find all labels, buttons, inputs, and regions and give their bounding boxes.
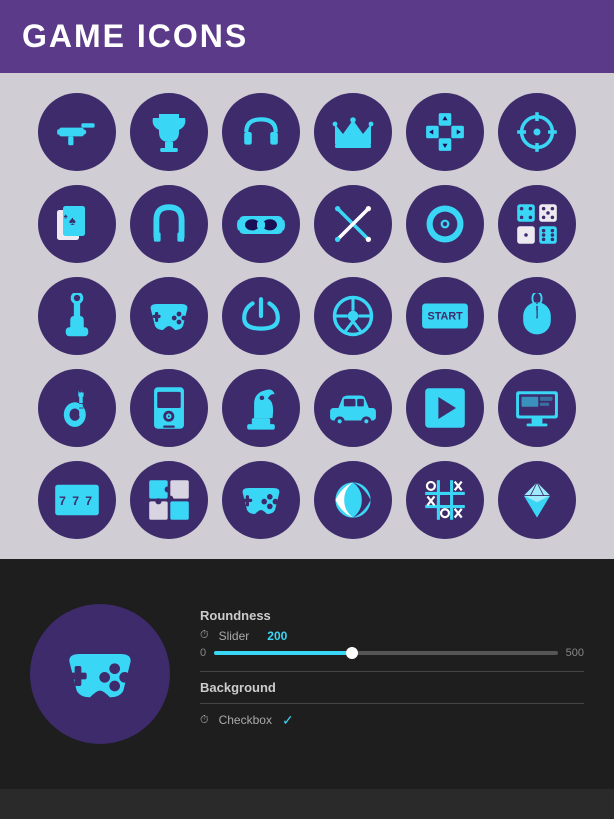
divider2 bbox=[200, 703, 584, 704]
horseshoe-icon-circle[interactable] bbox=[130, 185, 208, 263]
joystick-icon-circle[interactable] bbox=[38, 277, 116, 355]
svg-text:♠: ♠ bbox=[69, 214, 76, 228]
diamond-icon-circle[interactable] bbox=[498, 461, 576, 539]
svg-text:7: 7 bbox=[72, 494, 79, 508]
mouse-icon-circle[interactable] bbox=[498, 277, 576, 355]
bottom-panel: Roundness ⏱ Slider 200 0 500 Background … bbox=[0, 559, 614, 789]
monitor-icon-circle[interactable] bbox=[498, 369, 576, 447]
svg-text:START: START bbox=[428, 311, 464, 323]
icon-row-2: ♠ ♠ bbox=[30, 185, 584, 263]
icon-row-4 bbox=[30, 369, 584, 447]
checkbox-row: ⏱ Checkbox ✓ bbox=[200, 712, 584, 729]
slider-fill bbox=[214, 651, 351, 655]
crown-icon-circle[interactable] bbox=[314, 93, 392, 171]
slider-thumb[interactable] bbox=[346, 647, 358, 659]
svg-text:7: 7 bbox=[85, 494, 92, 508]
cards-icon-circle[interactable]: ♠ ♠ bbox=[38, 185, 116, 263]
slider-icon: ⏱ bbox=[200, 629, 209, 642]
icon-row-1 bbox=[30, 93, 584, 171]
crosshair-icon-circle[interactable] bbox=[498, 93, 576, 171]
dpad-icon-circle[interactable] bbox=[406, 93, 484, 171]
background-control: Background ⏱ Checkbox ✓ bbox=[200, 680, 584, 729]
mp3-player-icon-circle[interactable] bbox=[130, 369, 208, 447]
guitar-icon-circle[interactable] bbox=[38, 369, 116, 447]
chess-knight-icon-circle[interactable] bbox=[222, 369, 300, 447]
steering-wheel-icon-circle[interactable] bbox=[314, 277, 392, 355]
icon-row-5: 7 7 7 bbox=[30, 461, 584, 539]
checkbox-label: Checkbox bbox=[219, 713, 272, 727]
checkbox-checkmark[interactable]: ✓ bbox=[282, 712, 294, 729]
trophy-icon-circle[interactable] bbox=[130, 93, 208, 171]
icon-row-3: START bbox=[30, 277, 584, 355]
tic-tac-toe-icon-circle[interactable] bbox=[406, 461, 484, 539]
slider-track[interactable] bbox=[214, 651, 558, 655]
header: GAME ICONS bbox=[0, 0, 614, 73]
divider bbox=[200, 671, 584, 672]
svg-text:7: 7 bbox=[59, 494, 66, 508]
disc-icon-circle[interactable] bbox=[406, 185, 484, 263]
checkbox-icon: ⏱ bbox=[200, 714, 209, 727]
headphones-icon-circle[interactable] bbox=[222, 93, 300, 171]
slider-value: 200 bbox=[267, 629, 287, 643]
start-button-icon-circle[interactable]: START bbox=[406, 277, 484, 355]
slider-label: Slider bbox=[219, 629, 250, 643]
puzzle-icon-circle[interactable] bbox=[130, 461, 208, 539]
vr-headset-icon-circle[interactable] bbox=[222, 185, 300, 263]
beach-ball-icon-circle[interactable] bbox=[314, 461, 392, 539]
background-label: Background bbox=[200, 680, 584, 695]
slider-row: ⏱ Slider 200 bbox=[200, 629, 584, 643]
swords-icon-circle[interactable] bbox=[314, 185, 392, 263]
svg-text:♠: ♠ bbox=[64, 212, 68, 220]
slider-min: 0 bbox=[200, 647, 206, 659]
controller-icon-circle[interactable] bbox=[130, 277, 208, 355]
gun-icon-circle[interactable] bbox=[38, 93, 116, 171]
play-button-icon-circle[interactable] bbox=[406, 369, 484, 447]
page-title: GAME ICONS bbox=[22, 18, 592, 55]
dice-icon-circle[interactable] bbox=[498, 185, 576, 263]
controls-panel: Roundness ⏱ Slider 200 0 500 Background … bbox=[200, 608, 584, 741]
car-icon-circle[interactable] bbox=[314, 369, 392, 447]
roundness-control: Roundness ⏱ Slider 200 0 500 bbox=[200, 608, 584, 659]
roundness-label: Roundness bbox=[200, 608, 584, 623]
power-icon-circle[interactable] bbox=[222, 277, 300, 355]
slots-icon-circle[interactable]: 7 7 7 bbox=[38, 461, 116, 539]
gamepad2-icon-circle[interactable] bbox=[222, 461, 300, 539]
icons-area: ♠ ♠ bbox=[0, 73, 614, 559]
preview-circle bbox=[30, 604, 170, 744]
slider-max: 500 bbox=[566, 647, 584, 659]
